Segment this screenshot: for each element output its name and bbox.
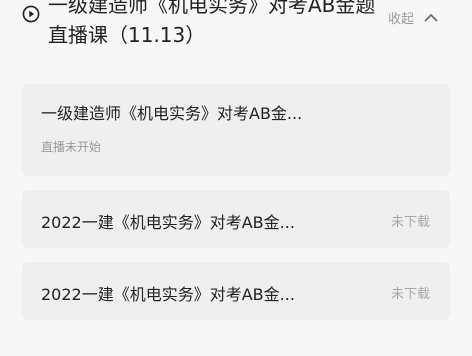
lesson-card-live[interactable]: 一级建造师《机电实务》对考AB金... 直播未开始 xyxy=(22,84,450,176)
section-header: 一级建造师《机电实务》对考AB金题直播课（11.13） 收起 xyxy=(0,0,472,60)
collapse-button[interactable]: 收起 xyxy=(388,6,438,28)
play-circle-icon[interactable] xyxy=(22,5,40,23)
collapse-label: 收起 xyxy=(388,11,415,27)
section-title: 一级建造师《机电实务》对考AB金题直播课（11.13） xyxy=(48,0,376,47)
lesson-card[interactable]: 2022一建《机电实务》对考AB金... 未下载 xyxy=(22,190,450,248)
download-status: 未下载 xyxy=(390,215,430,230)
lesson-title: 2022一建《机电实务》对考AB金... xyxy=(41,213,295,232)
download-status: 未下载 xyxy=(390,287,430,302)
lesson-title: 2022一建《机电实务》对考AB金... xyxy=(41,285,295,304)
live-status: 直播未开始 xyxy=(41,140,102,154)
chevron-up-icon xyxy=(424,14,438,22)
lesson-card[interactable]: 2022一建《机电实务》对考AB金... 未下载 xyxy=(22,262,450,320)
lesson-title: 一级建造师《机电实务》对考AB金... xyxy=(41,104,303,123)
